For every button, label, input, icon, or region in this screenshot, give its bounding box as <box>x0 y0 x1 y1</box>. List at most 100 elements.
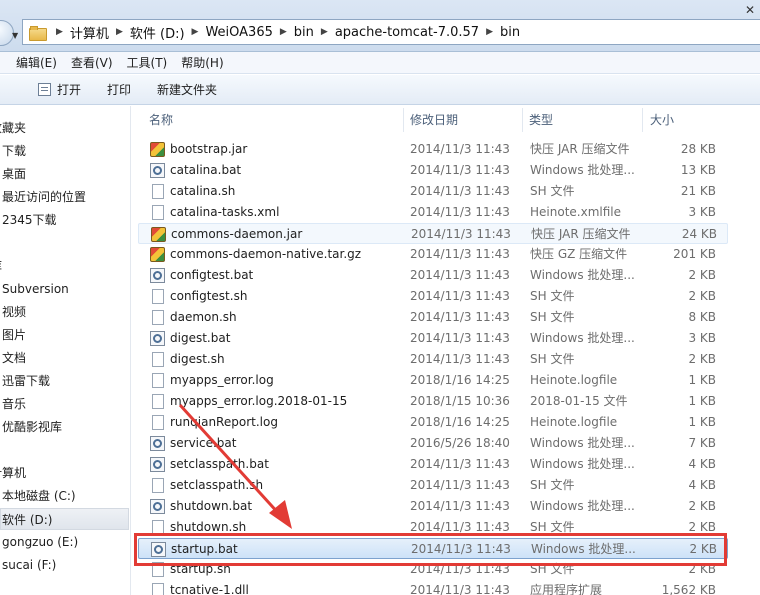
sidebar-item-music[interactable]: 音乐 <box>2 393 26 415</box>
file-date: 2014/11/3 11:43 <box>410 268 510 282</box>
sidebar-item-computer[interactable]: 计算机 <box>0 462 26 484</box>
doc-icon <box>152 184 164 199</box>
file-row[interactable]: myapps_error.log.2018-01-15 2018/1/15 10:… <box>138 391 728 412</box>
sidebar-item-desktop[interactable]: 桌面 <box>2 163 26 185</box>
file-size: 1 KB <box>688 415 716 429</box>
file-date: 2014/11/3 11:43 <box>410 352 510 366</box>
chevron-right-icon[interactable]: ▶ <box>280 27 287 37</box>
file-row[interactable]: catalina.sh 2014/11/3 11:43 SH 文件 21 KB <box>138 181 728 202</box>
breadcrumb-computer[interactable]: 计算机 <box>70 23 109 42</box>
sidebar-item-drive-d[interactable]: 软件 (D:) <box>0 508 129 530</box>
column-header-name[interactable]: 名称 <box>149 106 173 134</box>
chevron-right-icon[interactable]: ▶ <box>321 27 328 37</box>
file-date: 2014/11/3 11:43 <box>410 163 510 177</box>
file-size: 7 KB <box>688 436 716 450</box>
jar-icon <box>151 227 166 242</box>
menu-edit[interactable]: 编辑(E) <box>16 54 57 71</box>
breadcrumb-weioa365[interactable]: WeiOA365 <box>205 25 272 40</box>
file-row[interactable]: catalina.bat 2014/11/3 11:43 Windows 批处理..… <box>138 160 728 181</box>
file-date: 2018/1/16 14:25 <box>410 373 510 387</box>
file-type: Windows 批处理... <box>530 331 635 345</box>
breadcrumb-tomcat[interactable]: apache-tomcat-7.0.57 <box>335 25 479 40</box>
file-row[interactable]: shutdown.bat 2014/11/3 11:43 Windows 批处理..… <box>138 496 728 517</box>
menu-help[interactable]: 帮助(H) <box>181 54 223 71</box>
file-row[interactable]: myapps_error.log 2018/1/16 14:25 Heinote.l… <box>138 370 728 391</box>
breadcrumb-bin-current[interactable]: bin <box>500 25 520 40</box>
file-row[interactable]: setclasspath.bat 2014/11/3 11:43 Windows 批… <box>138 454 728 475</box>
file-row[interactable]: bootstrap.jar 2014/11/3 11:43 快压 JAR 压缩文件 2… <box>138 139 728 160</box>
file-type: Heinote.logfile <box>530 415 618 429</box>
breadcrumb-bin[interactable]: bin <box>294 25 314 40</box>
chevron-right-icon[interactable]: ▶ <box>116 27 123 37</box>
sidebar-item-youku[interactable]: 优酷影视库 <box>2 416 62 438</box>
menu-tools[interactable]: 工具(T) <box>127 54 168 71</box>
file-row[interactable]: catalina-tasks.xml 2014/11/3 11:43 Heinote… <box>138 202 728 223</box>
file-row[interactable]: digest.bat 2014/11/3 11:43 Windows 批处理... 3… <box>138 328 728 349</box>
file-row[interactable]: tcnative-1.dll 2014/11/3 11:43 应用程序扩展 1,562… <box>138 580 728 595</box>
sidebar-item-drive-f[interactable]: sucai (F:) <box>2 554 56 576</box>
menu-view[interactable]: 查看(V) <box>71 54 113 71</box>
file-row[interactable]: configtest.bat 2014/11/3 11:43 Windows 批处理… <box>138 265 728 286</box>
open-label: 打开 <box>57 83 82 97</box>
file-type: 应用程序扩展 <box>530 583 603 595</box>
sidebar-item-favorites[interactable]: 收藏夹 <box>0 117 26 139</box>
file-name: commons-daemon-native.tar.gz <box>170 247 362 261</box>
file-row[interactable]: daemon.sh 2014/11/3 11:43 SH 文件 8 KB <box>138 307 728 328</box>
file-date: 2014/11/3 11:43 <box>410 289 510 303</box>
chevron-right-icon[interactable]: ▶ <box>56 27 63 37</box>
chevron-right-icon[interactable]: ▶ <box>486 27 493 37</box>
file-row[interactable]: configtest.sh 2014/11/3 11:43 SH 文件 2 KB <box>138 286 728 307</box>
print-button[interactable]: 打印 <box>107 81 131 98</box>
toolbar: 打开 打印 新建文件夹 <box>0 75 760 105</box>
sidebar-item-xunlei-downloads[interactable]: 迅雷下载 <box>2 370 50 392</box>
chevron-down-icon[interactable]: ▼ <box>12 31 18 40</box>
bat-icon <box>150 163 165 178</box>
sidebar-item-subversion[interactable]: Subversion <box>2 278 69 300</box>
file-date: 2014/11/3 11:43 <box>410 499 510 513</box>
file-size: 28 KB <box>680 142 716 156</box>
sidebar-item-drive-c[interactable]: 本地磁盘 (C:) <box>2 485 76 507</box>
sidebar-item-recent[interactable]: 最近访问的位置 <box>2 186 86 208</box>
file-row[interactable]: setclasspath.sh 2014/11/3 11:43 SH 文件 4 KB <box>138 475 728 496</box>
file-type: Heinote.logfile <box>530 373 618 387</box>
file-row[interactable]: service.bat 2016/5/26 18:40 Windows 批处理...… <box>138 433 728 454</box>
file-name: digest.sh <box>170 352 225 366</box>
chevron-right-icon[interactable]: ▶ <box>192 27 199 37</box>
file-row[interactable]: digest.sh 2014/11/3 11:43 SH 文件 2 KB <box>138 349 728 370</box>
sidebar-item-2345-downloads[interactable]: 2345下载 <box>2 209 57 231</box>
sidebar-item-videos[interactable]: 视频 <box>2 301 26 323</box>
print-label: 打印 <box>107 83 132 97</box>
new-folder-button[interactable]: 新建文件夹 <box>157 81 217 98</box>
file-type: SH 文件 <box>530 184 575 198</box>
column-header-size[interactable]: 大小 <box>650 106 674 134</box>
sidebar-item-documents[interactable]: 文档 <box>2 347 26 369</box>
address-bar[interactable]: ▶ 计算机 ▶ 软件 (D:) ▶ WeiOA365 ▶ bin ▶ apach… <box>22 19 760 45</box>
menu-bar: 编辑(E) 查看(V) 工具(T) 帮助(H) <box>0 52 760 74</box>
file-type: Heinote.xmlfile <box>530 205 621 219</box>
file-size: 2 KB <box>688 268 716 282</box>
sidebar-item-downloads[interactable]: 下载 <box>2 140 26 162</box>
file-row[interactable]: commons-daemon.jar 2014/11/3 11:43 快压 JAR … <box>138 223 728 244</box>
doc-icon <box>152 373 164 388</box>
file-date: 2018/1/16 14:25 <box>410 415 510 429</box>
file-type: 快压 JAR 压缩文件 <box>530 142 630 156</box>
file-name: bootstrap.jar <box>170 142 248 156</box>
file-type: Windows 批处理... <box>530 499 635 513</box>
column-divider[interactable] <box>403 108 404 132</box>
bat-icon <box>150 268 165 283</box>
column-divider[interactable] <box>642 108 643 132</box>
sidebar-item-libraries[interactable]: 库 <box>0 255 2 277</box>
file-name: tcnative-1.dll <box>170 583 249 595</box>
breadcrumb-drive-d[interactable]: 软件 (D:) <box>130 23 185 42</box>
open-button[interactable]: 打开 <box>38 81 81 98</box>
bat-icon <box>150 499 165 514</box>
column-header-date[interactable]: 修改日期 <box>410 106 458 134</box>
sidebar-item-drive-e[interactable]: gongzuo (E:) <box>2 531 78 553</box>
file-row[interactable]: commons-daemon-native.tar.gz 2014/11/3 11… <box>138 244 728 265</box>
sidebar-item-pictures[interactable]: 图片 <box>2 324 26 346</box>
file-row[interactable]: runqianReport.log 2018/1/16 14:25 Heinote.… <box>138 412 728 433</box>
close-icon[interactable]: ✕ <box>745 3 755 17</box>
file-type: Windows 批处理... <box>530 163 635 177</box>
column-divider[interactable] <box>522 108 523 132</box>
column-header-type[interactable]: 类型 <box>529 106 553 134</box>
